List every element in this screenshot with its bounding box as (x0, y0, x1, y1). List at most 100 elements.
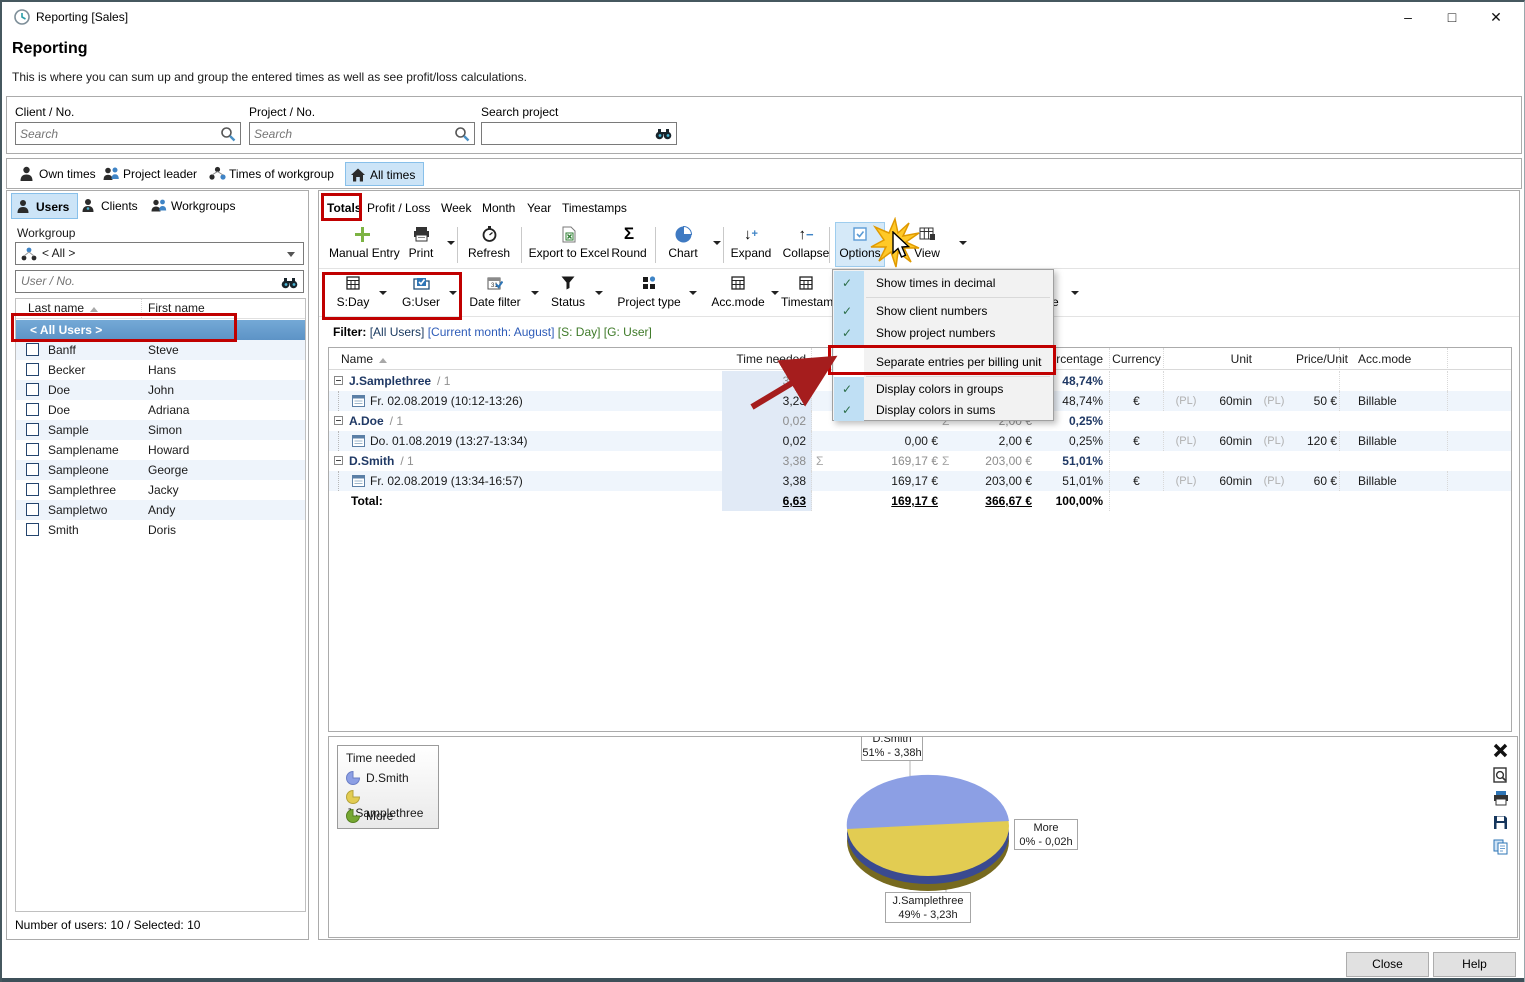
user-row[interactable]: SampleoneGeorge (16, 460, 305, 480)
first-name-header[interactable]: First name (148, 301, 205, 315)
entry-row[interactable]: Do. 01.08.2019 (13:27-13:34) 0,02 0,00 €… (329, 431, 1511, 451)
checkbox[interactable] (26, 383, 39, 396)
tab-workgroups[interactable]: Workgroups (147, 193, 243, 219)
chart-copy-button[interactable] (1493, 839, 1511, 855)
all-users-row[interactable]: < All Users > (16, 320, 305, 340)
project-type-dropdown-arrow[interactable] (689, 291, 697, 295)
date-filter-dropdown-arrow[interactable] (531, 291, 539, 295)
user-row[interactable]: SamplethreeJacky (16, 480, 305, 500)
checkbox[interactable] (26, 463, 39, 476)
user-row[interactable]: SampletwoAndy (16, 500, 305, 520)
menu-item-show-client-numbers[interactable]: ✓ Show client numbers (834, 300, 1052, 322)
options-button[interactable]: Options (836, 223, 884, 261)
date-filter-button[interactable]: 31 Date filter (466, 272, 524, 310)
user-row[interactable]: SmithDoris (16, 520, 305, 540)
tab-timestamps[interactable]: Timestamps (562, 198, 627, 218)
status-dropdown-arrow[interactable] (595, 291, 603, 295)
tab-all-times[interactable]: All times (345, 162, 424, 186)
user-row[interactable]: SamplenameHoward (16, 440, 305, 460)
project-search-input[interactable] (254, 125, 450, 142)
checkbox[interactable] (26, 523, 39, 536)
group-dropdown-arrow[interactable] (449, 291, 457, 295)
tab-month[interactable]: Month (482, 198, 515, 218)
currency-header[interactable]: Currency (1110, 348, 1164, 368)
search-project-input[interactable] (486, 125, 652, 142)
user-row[interactable]: BeckerHans (16, 360, 305, 380)
user-search-input[interactable] (21, 274, 261, 288)
collapse-node-icon[interactable] (334, 416, 343, 425)
tab-profit-loss[interactable]: Profit / Loss (367, 198, 430, 218)
search-project-field[interactable] (481, 122, 677, 145)
close-button[interactable]: Close (1346, 952, 1429, 977)
user-row[interactable]: DoeJohn (16, 380, 305, 400)
tab-year[interactable]: Year (527, 198, 551, 218)
name-header[interactable]: Name (341, 348, 729, 368)
view-dropdown-arrow[interactable] (959, 241, 967, 245)
user-table-header[interactable]: Last name First name (16, 299, 305, 319)
tab-own-times[interactable]: Own times (15, 162, 104, 186)
chart-close-button[interactable] (1493, 743, 1511, 759)
chart-dropdown-arrow[interactable] (713, 241, 721, 245)
print-button[interactable]: Print (403, 223, 439, 261)
manual-entry-button[interactable]: Manual Entry (329, 223, 395, 261)
sum-mode-button[interactable]: S:Day (333, 272, 373, 310)
menu-item-show-project-numbers[interactable]: ✓ Show project numbers (834, 322, 1052, 344)
tab-users[interactable]: Users (11, 193, 78, 219)
more-dropdown-arrow[interactable] (1071, 291, 1079, 295)
project-type-button[interactable]: Project type (611, 272, 687, 310)
round-button[interactable]: Σ Round (609, 223, 649, 261)
sum-dropdown-arrow[interactable] (379, 291, 387, 295)
client-search-input[interactable] (20, 125, 216, 142)
tab-week[interactable]: Week (441, 198, 471, 218)
user-row[interactable]: SampleSimon (16, 420, 305, 440)
checkbox[interactable] (26, 443, 39, 456)
chart-print-button[interactable] (1493, 791, 1511, 807)
group-row[interactable]: D.Smith/ 1 3,38 Σ 169,17 € Σ 203,00 € 51… (329, 451, 1511, 471)
collapse-node-icon[interactable] (334, 376, 343, 385)
tab-project-leader[interactable]: Project leader (99, 162, 205, 186)
status-button[interactable]: Status (547, 272, 589, 310)
time-needed-header[interactable]: Time needed (722, 348, 812, 368)
checkbox[interactable] (26, 363, 39, 376)
maximize-button[interactable]: □ (1430, 2, 1474, 32)
menu-item-display-colors-sums[interactable]: ✓ Display colors in sums (834, 399, 1052, 421)
tab-times-of-workgroup[interactable]: Times of workgroup (205, 162, 342, 186)
tab-clients[interactable]: Clients (77, 193, 146, 219)
expand-button[interactable]: ↓+ Expand (729, 223, 773, 261)
view-button[interactable]: View (907, 223, 947, 261)
menu-item-display-colors-groups[interactable]: ✓ Display colors in groups (834, 378, 1052, 400)
user-search-field[interactable] (15, 270, 304, 293)
menu-item-show-times-decimal[interactable]: ✓ Show times in decimal (834, 272, 1052, 294)
client-search-field[interactable] (15, 122, 241, 145)
export-excel-button[interactable]: Export to Excel (527, 223, 611, 261)
acc-mode-dropdown-arrow[interactable] (771, 291, 779, 295)
minimize-button[interactable]: – (1386, 2, 1430, 32)
group-mode-button[interactable]: G:User (397, 272, 445, 310)
user-row[interactable]: BanffSteve (16, 340, 305, 360)
workgroup-select[interactable]: < All > (15, 242, 304, 265)
acc-mode-header[interactable]: Acc.mode (1358, 348, 1448, 368)
project-search-field[interactable] (249, 122, 475, 145)
close-window-button[interactable]: ✕ (1474, 2, 1518, 32)
help-button[interactable]: Help (1433, 952, 1516, 977)
checkbox[interactable] (26, 423, 39, 436)
menu-item-separate-entries[interactable]: Separate entries per billing unit (834, 350, 1052, 374)
collapse-node-icon[interactable] (334, 456, 343, 465)
checkbox[interactable] (26, 483, 39, 496)
unit-header[interactable]: Unit (1208, 348, 1252, 368)
price-unit-header[interactable]: Price/Unit (1296, 348, 1340, 368)
chart-preview-button[interactable] (1493, 767, 1511, 783)
print-dropdown-arrow[interactable] (447, 241, 455, 245)
acc-mode-button[interactable]: Acc.mode (705, 272, 771, 310)
collapse-button[interactable]: ↑− Collapse (781, 223, 831, 261)
chart-button[interactable]: Chart (661, 223, 705, 261)
entry-row[interactable]: Fr. 02.08.2019 (13:34-16:57) 3,38 169,17… (329, 471, 1511, 491)
refresh-button[interactable]: Refresh (463, 223, 515, 261)
user-row[interactable]: DoeAdriana (16, 400, 305, 420)
chart-save-button[interactable] (1493, 815, 1511, 831)
checkbox[interactable] (26, 503, 39, 516)
last-name-header[interactable]: Last name (28, 301, 98, 315)
checkbox[interactable] (26, 403, 39, 416)
tab-totals[interactable]: Totals (327, 198, 361, 218)
checkbox[interactable] (26, 343, 39, 356)
